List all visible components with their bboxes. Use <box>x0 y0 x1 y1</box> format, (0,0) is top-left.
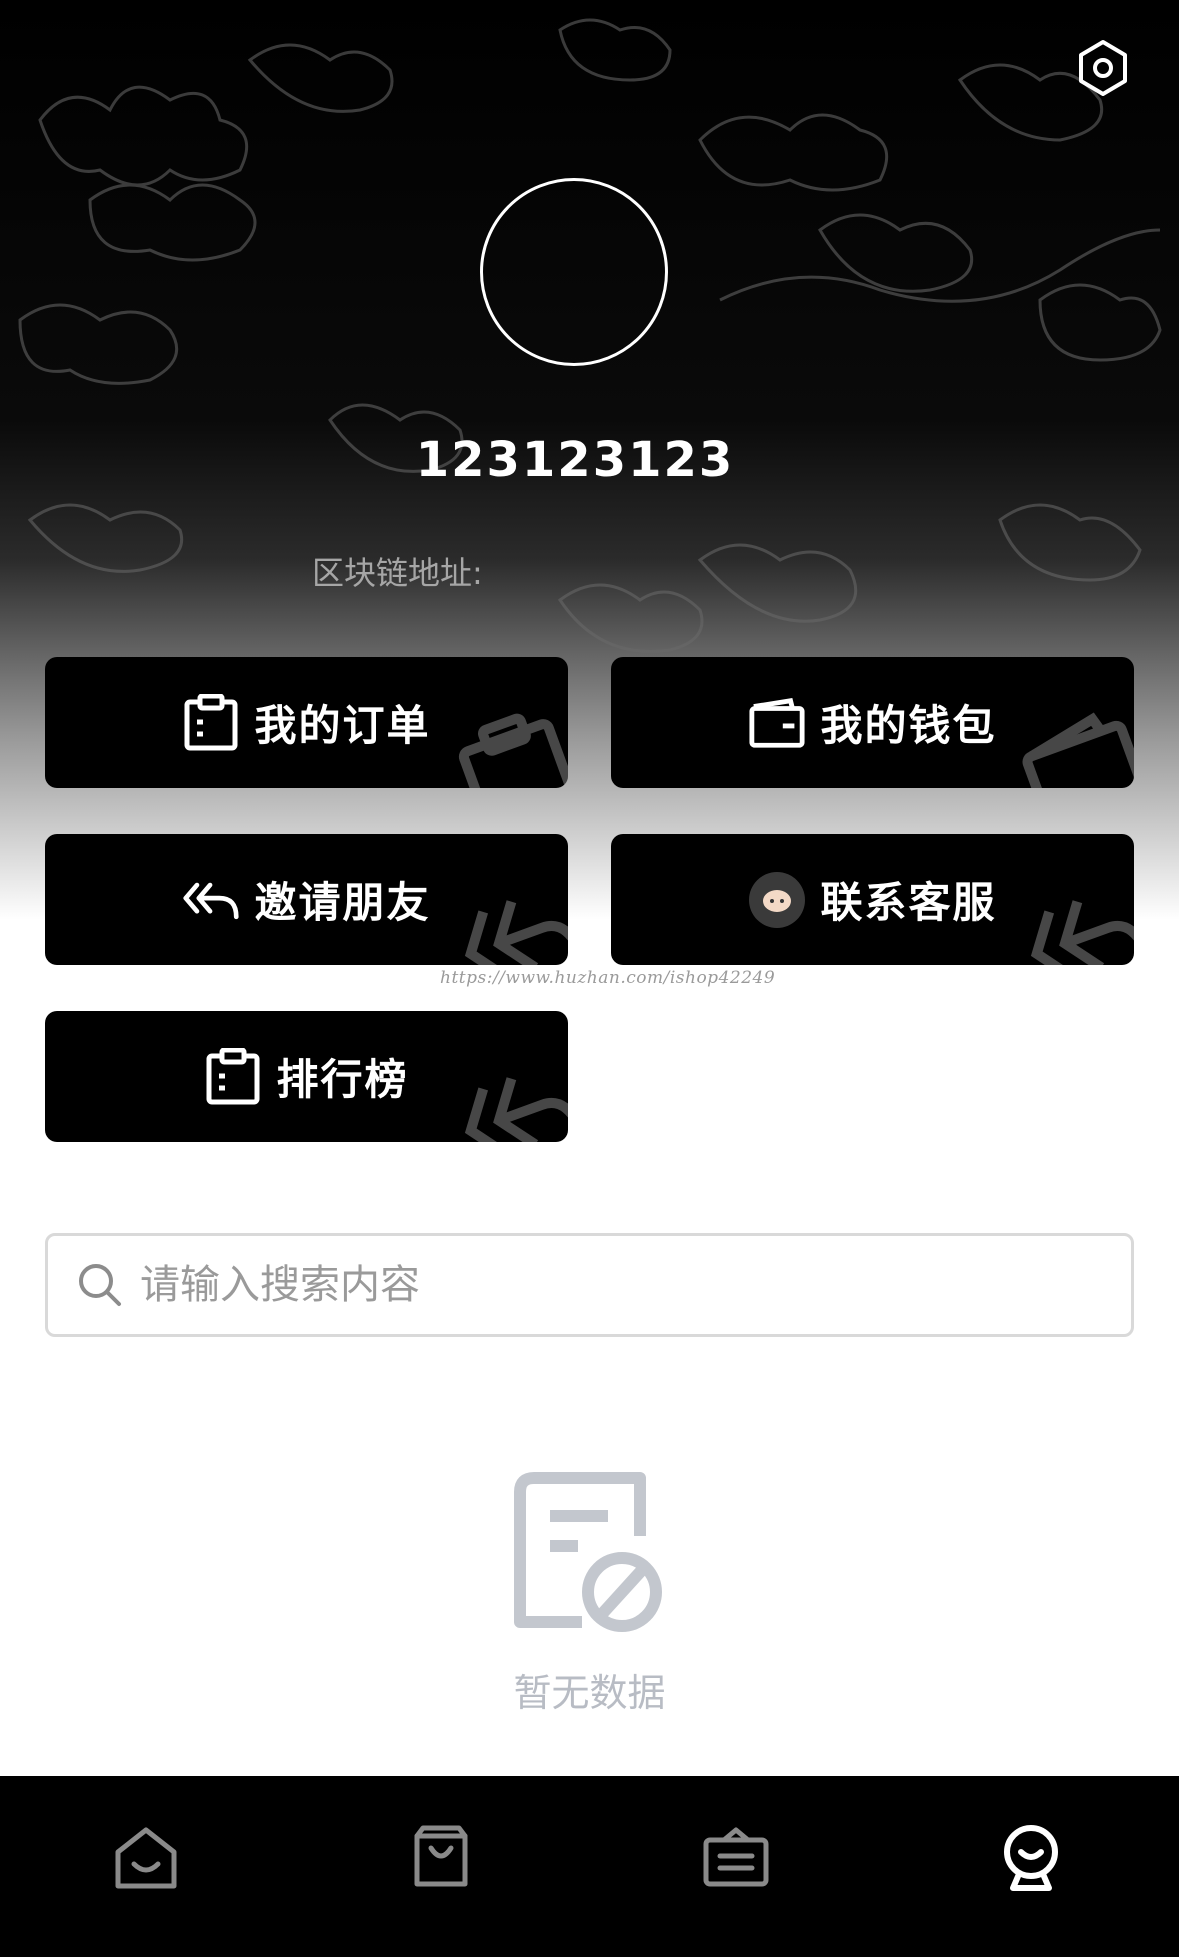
profile-icon[interactable] <box>995 1822 1067 1894</box>
customer-service-icon <box>748 871 806 929</box>
customer-service-button[interactable]: 联系客服 <box>611 834 1134 965</box>
search-input[interactable] <box>138 1261 1042 1309</box>
search-box[interactable] <box>45 1233 1134 1337</box>
invite-friends-button[interactable]: 邀请朋友 <box>45 834 568 965</box>
reply-all-watermark-icon <box>464 1077 568 1142</box>
reply-all-watermark-icon <box>464 900 568 965</box>
empty-state-text: 暂无数据 <box>513 1671 666 1715</box>
clipboard-icon <box>182 693 240 752</box>
settings-icon[interactable] <box>1073 38 1133 98</box>
invite-friends-label: 邀请朋友 <box>254 878 431 927</box>
my-orders-label: 我的订单 <box>254 701 431 750</box>
search-icon <box>79 1264 121 1306</box>
my-wallet-button[interactable]: 我的钱包 <box>611 657 1134 788</box>
leaderboard-button[interactable]: 排行榜 <box>45 1011 568 1142</box>
wallet-icon <box>748 694 806 752</box>
shopping-bag-icon[interactable] <box>405 1822 477 1894</box>
empty-document-icon <box>514 1472 662 1632</box>
reply-all-icon <box>182 871 240 929</box>
leaderboard-label: 排行榜 <box>276 1055 409 1104</box>
customer-service-label: 联系客服 <box>820 878 997 927</box>
home-icon[interactable] <box>110 1822 182 1894</box>
username: 123123123 <box>415 432 735 488</box>
reply-all-watermark-icon <box>1030 900 1134 965</box>
wallet-watermark-icon <box>1022 712 1134 788</box>
chain-address-label: 区块链地址: <box>312 554 483 592</box>
url-watermark: https://www.huzhan.com/ishop42249 <box>440 968 776 988</box>
avatar[interactable] <box>480 178 668 366</box>
box-icon[interactable] <box>700 1822 772 1894</box>
bottom-tab-bar <box>0 1776 1179 1957</box>
clipboard-icon <box>204 1047 262 1106</box>
clipboard-watermark-icon <box>458 713 568 788</box>
my-orders-button[interactable]: 我的订单 <box>45 657 568 788</box>
my-wallet-label: 我的钱包 <box>820 701 997 750</box>
